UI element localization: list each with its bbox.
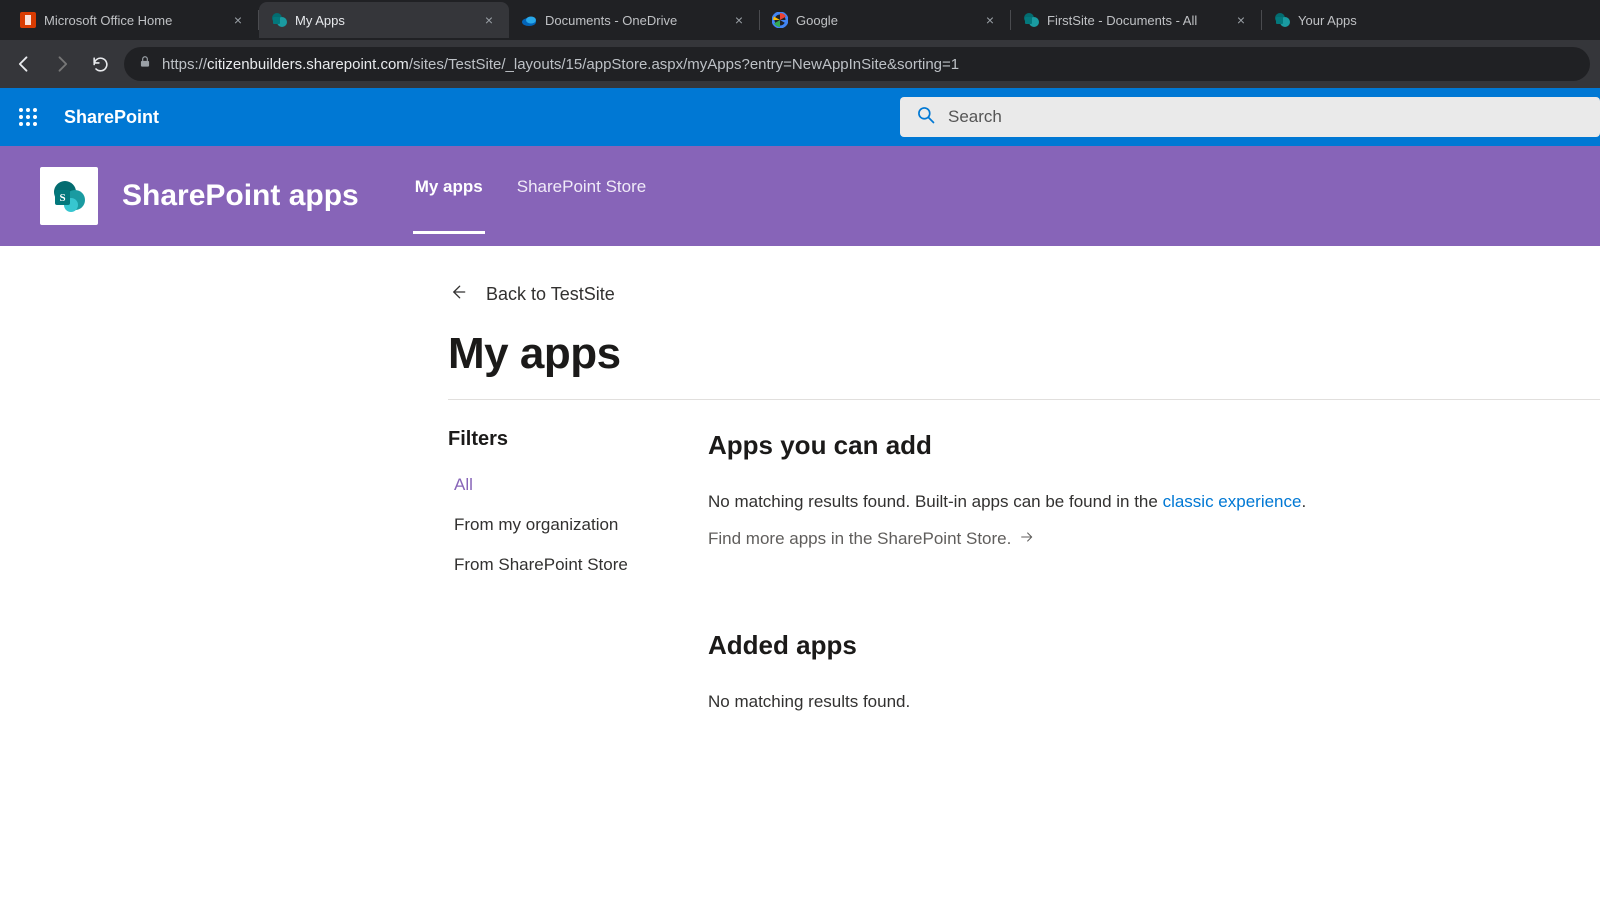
- tab-title: Microsoft Office Home: [44, 13, 222, 28]
- filter-all[interactable]: All: [448, 465, 648, 505]
- find-more-apps-link[interactable]: Find more apps in the SharePoint Store.: [708, 529, 1035, 550]
- browser-tab[interactable]: Your Apps: [1262, 2, 1512, 38]
- back-button[interactable]: [10, 50, 38, 78]
- tab-my-apps[interactable]: My apps: [413, 146, 485, 246]
- divider: [448, 399, 1600, 400]
- close-icon[interactable]: ×: [1233, 12, 1249, 28]
- app-launcher-icon[interactable]: [0, 88, 56, 146]
- tab-sharepoint-store[interactable]: SharePoint Store: [515, 146, 648, 246]
- lock-icon: [138, 55, 152, 73]
- close-icon[interactable]: ×: [982, 12, 998, 28]
- browser-toolbar: https://citizenbuilders.sharepoint.com/s…: [0, 40, 1600, 88]
- filter-from-org[interactable]: From my organization: [448, 505, 648, 545]
- content-area: Back to TestSite My apps Filters All Fro…: [0, 246, 1600, 714]
- tab-title: Documents - OneDrive: [545, 13, 723, 28]
- apps-you-can-add-heading: Apps you can add: [708, 430, 1600, 461]
- address-bar[interactable]: https://citizenbuilders.sharepoint.com/s…: [124, 47, 1590, 81]
- hub-header: S SharePoint apps My apps SharePoint Sto…: [0, 146, 1600, 246]
- filters-heading: Filters: [448, 428, 648, 451]
- tab-strip: Microsoft Office Home × My Apps × Docume…: [0, 0, 1600, 40]
- reload-button[interactable]: [86, 50, 114, 78]
- browser-tab[interactable]: FirstSite - Documents - All ×: [1011, 2, 1261, 38]
- classic-experience-link[interactable]: classic experience: [1163, 492, 1302, 511]
- office-icon: [20, 12, 36, 28]
- tab-title: Google: [796, 13, 974, 28]
- forward-button[interactable]: [48, 50, 76, 78]
- url-text: https://citizenbuilders.sharepoint.com/s…: [162, 56, 959, 73]
- arrow-right-icon: [1019, 529, 1035, 550]
- browser-chrome: Microsoft Office Home × My Apps × Docume…: [0, 0, 1600, 88]
- browser-tab[interactable]: Microsoft Office Home ×: [8, 2, 258, 38]
- filter-from-store[interactable]: From SharePoint Store: [448, 545, 648, 585]
- suite-bar: SharePoint: [0, 88, 1600, 146]
- arrow-left-icon: [448, 282, 468, 307]
- sharepoint-icon: [271, 12, 287, 28]
- brand-label[interactable]: SharePoint: [56, 107, 167, 128]
- site-title: SharePoint apps: [122, 179, 359, 213]
- browser-tab[interactable]: Google ×: [760, 2, 1010, 38]
- onedrive-icon: [521, 12, 537, 28]
- site-logo: S: [40, 167, 98, 225]
- search-box[interactable]: [900, 97, 1600, 137]
- tab-title: FirstSite - Documents - All: [1047, 13, 1225, 28]
- back-label: Back to TestSite: [486, 284, 615, 305]
- svg-text:S: S: [59, 192, 65, 204]
- search-input[interactable]: [948, 107, 1584, 127]
- browser-tab[interactable]: Documents - OneDrive ×: [509, 2, 759, 38]
- back-to-site-link[interactable]: Back to TestSite: [448, 278, 615, 323]
- close-icon[interactable]: ×: [230, 12, 246, 28]
- added-apps-empty: No matching results found.: [708, 689, 1600, 715]
- main-column: Apps you can add No matching results fou…: [708, 428, 1600, 714]
- sharepoint-icon: [1023, 12, 1039, 28]
- no-results-text: No matching results found. Built-in apps…: [708, 489, 1600, 515]
- page-title: My apps: [448, 329, 1600, 379]
- search-icon: [916, 105, 936, 130]
- close-icon[interactable]: ×: [481, 12, 497, 28]
- close-icon[interactable]: ×: [731, 12, 747, 28]
- hub-nav: My apps SharePoint Store: [413, 146, 649, 246]
- added-apps-heading: Added apps: [708, 630, 1600, 661]
- sharepoint-icon: [1274, 12, 1290, 28]
- browser-tab[interactable]: My Apps ×: [259, 2, 509, 38]
- filters-panel: Filters All From my organization From Sh…: [448, 428, 648, 714]
- tab-title: My Apps: [295, 13, 473, 28]
- google-icon: [772, 12, 788, 28]
- tab-title: Your Apps: [1298, 13, 1500, 28]
